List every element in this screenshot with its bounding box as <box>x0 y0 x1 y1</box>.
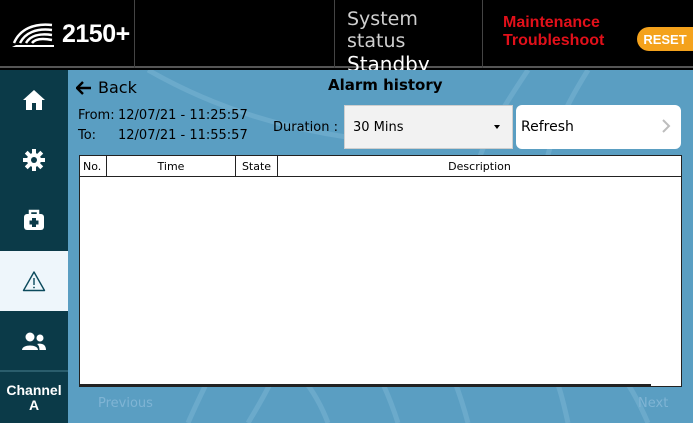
sidebar-item-users[interactable] <box>0 312 68 370</box>
sidebar-item-alarms[interactable] <box>0 251 68 311</box>
to-value: 12/07/21 - 11:55:57 <box>118 128 248 143</box>
back-button[interactable]: Back <box>76 78 137 97</box>
alarm-table: No. Time State Description <box>79 155 682 387</box>
toolbox-icon <box>24 209 44 230</box>
mode-maintenance: Maintenance <box>503 14 600 31</box>
channel-value: A <box>28 396 40 413</box>
horizontal-scrollbar[interactable] <box>79 384 651 387</box>
table-header: No. Time State Description <box>80 156 681 177</box>
back-label: Back <box>98 78 137 97</box>
duration-value: 30 Mins <box>353 119 404 135</box>
sidebar-item-toolbox[interactable] <box>0 190 68 250</box>
from-value: 12/07/21 - 11:25:57 <box>118 108 248 123</box>
page-title: Alarm history <box>328 76 443 94</box>
reset-button[interactable]: RESET <box>637 27 693 51</box>
arrow-left-icon <box>76 80 91 95</box>
header-spacer <box>135 0 335 68</box>
previous-button[interactable]: Previous <box>98 396 153 411</box>
time-range: From: 12/07/21 - 11:25:57 To: 12/07/21 - 1… <box>78 106 248 146</box>
from-label: From: <box>78 108 115 123</box>
sidebar-item-settings[interactable] <box>0 130 68 190</box>
chevron-right-icon <box>662 119 671 133</box>
logo-text: 2150+ <box>62 19 130 48</box>
mode-troubleshoot: Troubleshoot <box>503 32 605 49</box>
to-label: To: <box>78 128 97 143</box>
home-icon <box>23 90 45 110</box>
users-icon <box>22 332 46 350</box>
sidebar: Channel A <box>0 70 68 423</box>
channel-selector[interactable]: Channel A <box>0 370 68 423</box>
column-header-description: Description <box>448 159 511 173</box>
top-bar: 2150+ System status Standby Maintenance … <box>0 0 693 76</box>
refresh-button[interactable]: Refresh <box>516 105 681 149</box>
duration-select[interactable]: 30 Mins <box>344 105 513 149</box>
column-header-no: No. <box>80 156 107 176</box>
system-status: System status Standby <box>335 0 483 76</box>
warning-icon <box>22 271 46 292</box>
logo: 2150+ <box>0 0 135 68</box>
caret-down-icon <box>494 125 500 129</box>
system-status-title: System status <box>347 8 418 52</box>
column-header-time: Time <box>107 156 236 176</box>
sidebar-item-home[interactable] <box>0 70 68 130</box>
duration-label: Duration : <box>273 120 338 135</box>
channel-label: Channel <box>6 381 62 398</box>
refresh-label: Refresh <box>521 119 574 135</box>
column-header-state: State <box>236 156 278 176</box>
alarm-history-panel: Back Alarm history From: 12/07/21 - 11:25… <box>68 70 693 423</box>
gear-icon <box>23 149 45 171</box>
next-button[interactable]: Next <box>638 396 668 411</box>
mode-indicator: Maintenance Troubleshoot <box>483 0 633 68</box>
logo-icon <box>12 23 54 47</box>
